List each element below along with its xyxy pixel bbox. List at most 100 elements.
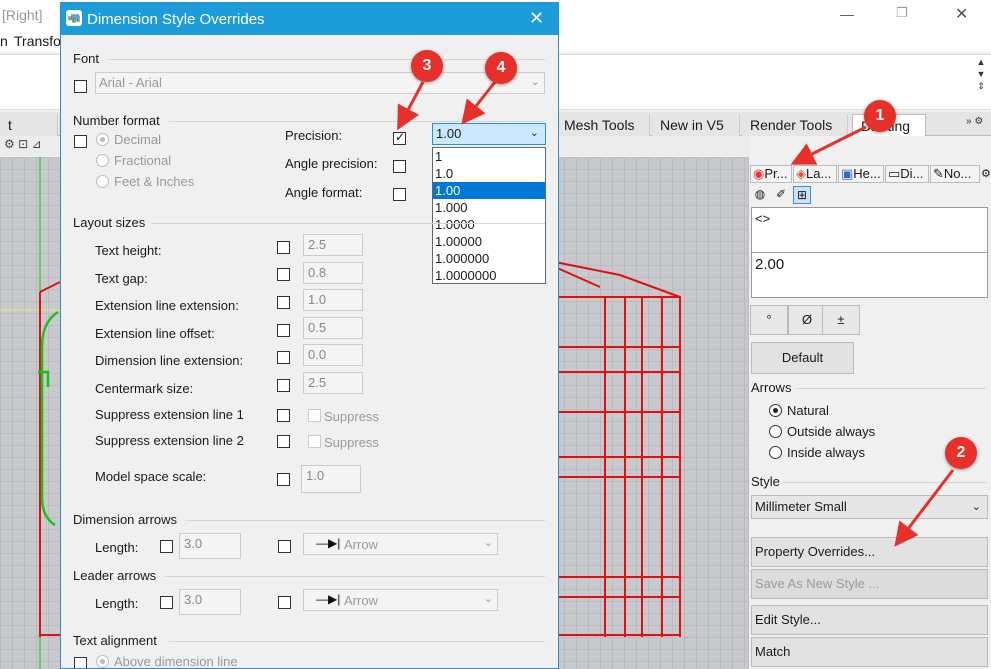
match-button[interactable]: Match [751, 637, 988, 667]
panel-tab-display[interactable]: ▭Di... [885, 165, 929, 183]
text-gap-checkbox[interactable] [277, 268, 290, 281]
precision-option[interactable]: 1.0000000 [433, 267, 545, 284]
dimension-arrow-type-dropdown[interactable]: —▶| Arrow ⌄ [303, 533, 498, 555]
arrowhead-icon: —▶| [316, 536, 341, 550]
leader-arrow-type-checkbox[interactable] [278, 596, 291, 609]
extension-line-extension-input[interactable]: 1.0 [303, 289, 363, 311]
divider [796, 388, 986, 389]
font-group-label: Font [73, 51, 100, 66]
model-space-scale-label: Model space scale: [95, 469, 207, 484]
minimize-button[interactable]: — [840, 6, 854, 22]
font-dropdown[interactable]: Arial - Arial ⌄ [95, 72, 545, 94]
extension-line-extension-checkbox[interactable] [277, 296, 290, 309]
leader-arrow-type-dropdown[interactable]: —▶| Arrow ⌄ [303, 589, 498, 611]
centermark-size-input[interactable]: 2.5 [303, 372, 363, 394]
precision-option[interactable]: 1.0 [433, 165, 545, 182]
suppress-ext2-checkbox[interactable] [308, 435, 321, 448]
diameter-symbol-button[interactable]: Ø [788, 305, 826, 335]
number-format-override-checkbox[interactable] [74, 135, 87, 148]
leader-arrow-length-input[interactable]: 3.0 [179, 589, 241, 615]
panel-tab-label: La... [806, 166, 832, 181]
precision-option[interactable]: 1.0000 [433, 216, 545, 233]
dimension-line-extension-input[interactable]: 0.0 [303, 344, 363, 366]
panel-tab-label: No... [943, 166, 972, 181]
dimension-arrow-length-input[interactable]: 3.0 [179, 533, 241, 559]
tab-mesh-tools[interactable]: Mesh Tools [556, 114, 650, 136]
font-override-checkbox[interactable] [74, 80, 87, 93]
save-as-new-style-button[interactable]: Save As New Style ... [751, 569, 988, 599]
dialog-title-bar[interactable]: 🦏 Dimension Style Overrides ✕ [61, 3, 558, 35]
plusminus-symbol-button[interactable]: ± [822, 305, 860, 335]
above-dimension-line-radio[interactable] [96, 655, 109, 668]
double-chevron-icon[interactable]: » [966, 116, 972, 127]
text-alignment-checkbox[interactable] [74, 657, 87, 668]
degree-symbol-button[interactable]: ° [750, 305, 788, 335]
dimension-arrow-type-checkbox[interactable] [278, 540, 291, 553]
chevron-down-icon[interactable]: ▼ [973, 68, 989, 80]
arrowhead-icon: —▶| [316, 592, 341, 606]
format-fractional-radio[interactable] [96, 154, 109, 167]
format-decimal-radio[interactable] [96, 133, 109, 146]
tab-scroll-button[interactable]: » ⚙ [966, 116, 983, 127]
style-value: Millimeter Small [755, 499, 847, 514]
format-option-label: Decimal [114, 132, 161, 147]
property-overrides-button[interactable]: Property Overrides... [751, 537, 988, 567]
angle-precision-checkbox[interactable] [393, 160, 406, 173]
default-button[interactable]: Default [751, 342, 854, 374]
pencil-icon[interactable]: ✐ [772, 186, 790, 204]
leader-arrow-length-checkbox[interactable] [160, 596, 173, 609]
dimension-arrow-length-checkbox[interactable] [160, 540, 173, 553]
precision-option[interactable]: 1.00000 [433, 233, 545, 250]
panel-tab-properties[interactable]: ◉Pr... [750, 165, 792, 183]
close-app-button[interactable]: ✕ [955, 4, 968, 24]
chevron-up-icon[interactable]: ▲ [973, 56, 989, 68]
gear-icon[interactable]: ⚙ [974, 116, 983, 127]
suppress-ext1-checkbox[interactable] [308, 409, 321, 422]
arrows-label: Arrows [751, 380, 792, 395]
tab-render-tools[interactable]: Render Tools [742, 114, 848, 136]
arrow-inside-radio[interactable] [769, 446, 782, 459]
tab-layout[interactable]: t Layout [0, 114, 58, 149]
extension-line-offset-checkbox[interactable] [277, 324, 290, 337]
arrow-natural-radio[interactable] [769, 404, 782, 417]
suppress-ext2-override-checkbox[interactable] [277, 435, 290, 448]
panel-gear-icon[interactable]: ⚙ [981, 167, 991, 180]
suppress-ext1-override-checkbox[interactable] [277, 409, 290, 422]
style-dropdown[interactable]: Millimeter Small ⌄ [751, 495, 988, 519]
text-alignment-option-label: Above dimension line [114, 654, 238, 669]
precision-dropdown[interactable]: 1.00 ⌄ [432, 123, 546, 145]
dialog-close-button[interactable]: ✕ [529, 8, 544, 29]
edit-style-button[interactable]: Edit Style... [751, 605, 988, 635]
text-gap-input[interactable]: 0.8 [303, 262, 363, 284]
precision-option-selected[interactable]: 1.00 [433, 182, 545, 199]
dimension-text-field[interactable]: <> [751, 207, 988, 253]
toolbar-icons[interactable]: ⚙ ⊡ ⊿ [4, 137, 42, 151]
format-feet-inches-radio[interactable] [96, 175, 109, 188]
menu-item-partial[interactable]: n [0, 33, 8, 49]
arrow-type-value: Arrow [344, 537, 378, 552]
menu-item-transform[interactable]: Transfo [14, 33, 61, 49]
divider [169, 641, 545, 642]
precision-option[interactable]: 1 [433, 148, 545, 165]
color-wheel-icon[interactable]: ◍ [751, 186, 769, 204]
panel-tab-notes[interactable]: ✎No... [930, 165, 980, 183]
precision-override-checkbox[interactable] [393, 130, 406, 145]
model-space-scale-input[interactable]: 1.0 [301, 465, 361, 493]
text-height-checkbox[interactable] [277, 241, 290, 254]
precision-option[interactable]: 1.000000 [433, 250, 545, 267]
dimension-line-extension-checkbox[interactable] [277, 351, 290, 364]
centermark-size-checkbox[interactable] [277, 379, 290, 392]
panel-tab-layers[interactable]: ◈La... [793, 165, 837, 183]
arrow-outside-radio[interactable] [769, 425, 782, 438]
angle-format-checkbox[interactable] [393, 188, 406, 201]
restore-button[interactable]: ❐ [896, 5, 908, 21]
tab-new-in-v5[interactable]: New in V5 [652, 114, 740, 136]
panel-tab-help[interactable]: ▣He... [838, 165, 884, 183]
precision-option[interactable]: 1.000 [433, 199, 545, 216]
updown-icon[interactable]: ⇕ [973, 80, 989, 92]
extension-line-offset-input[interactable]: 0.5 [303, 317, 363, 339]
text-height-input[interactable]: 2.5 [303, 234, 363, 256]
dimension-icon[interactable]: ⊞ [793, 186, 811, 204]
model-space-scale-checkbox[interactable] [277, 473, 290, 486]
command-scroll-controls[interactable]: ▲ ▼ ⇕ [973, 56, 989, 106]
